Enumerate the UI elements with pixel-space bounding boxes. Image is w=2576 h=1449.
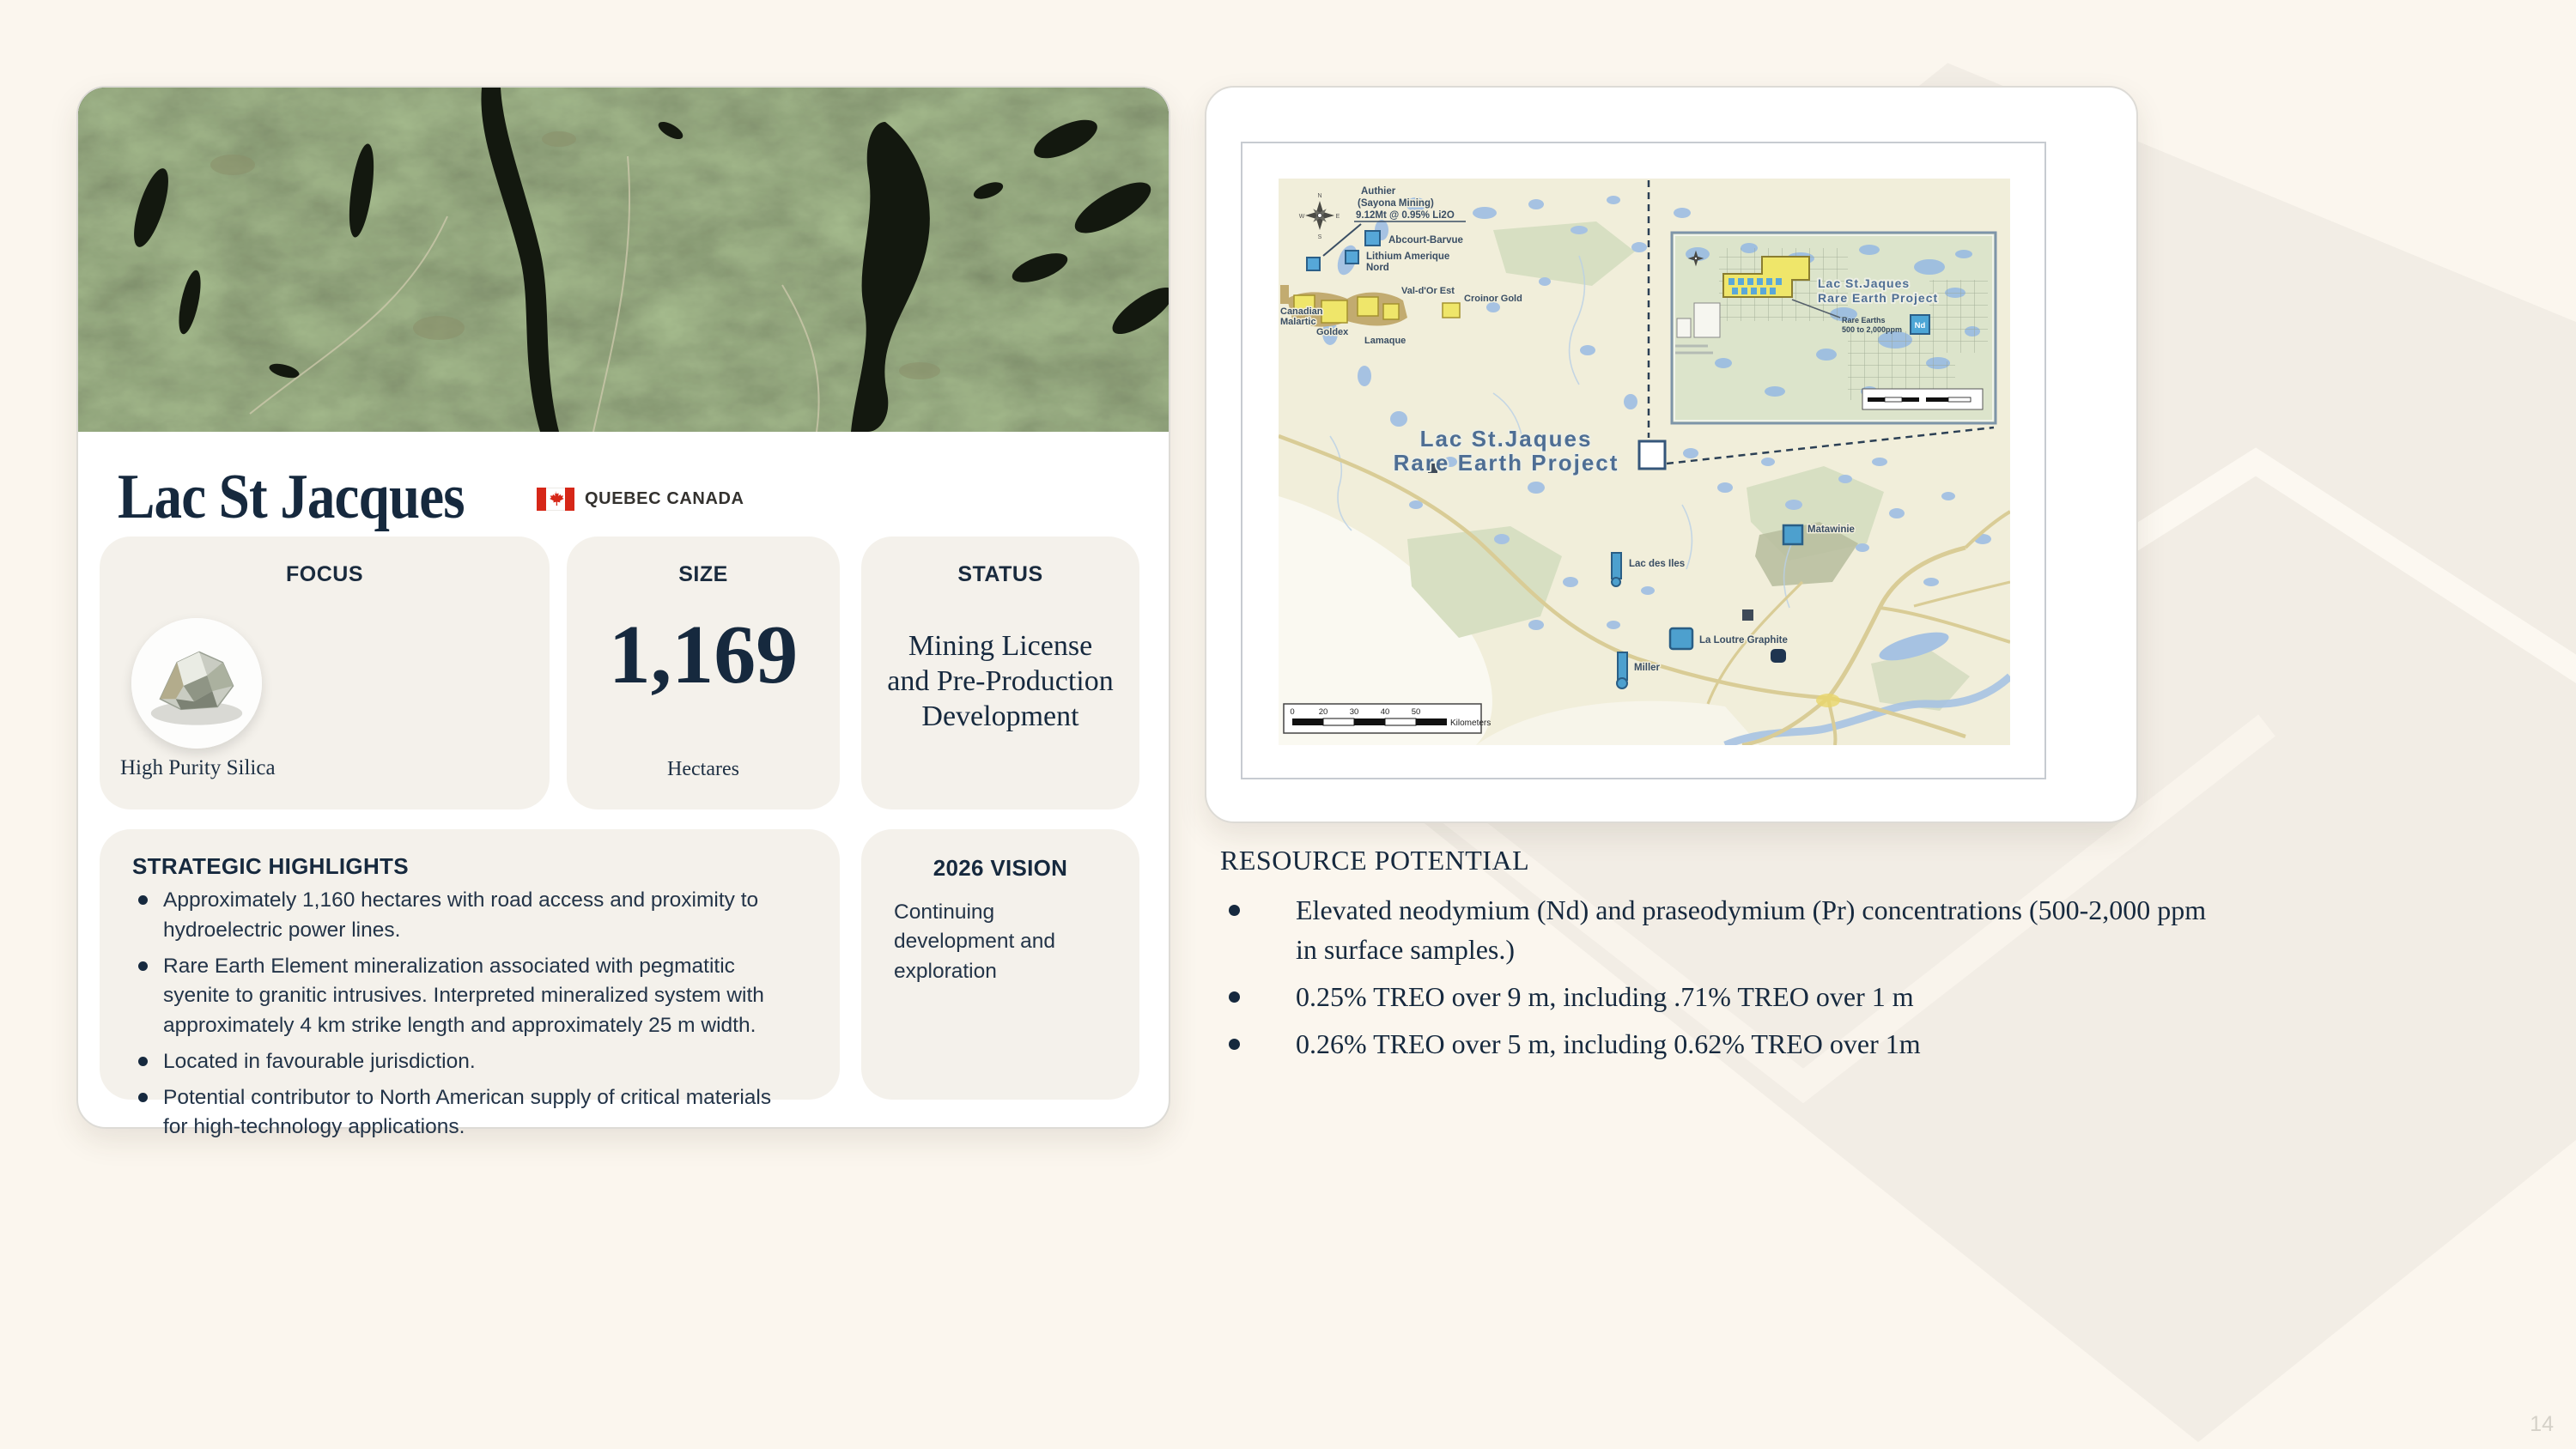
vision-text: Continuing development and exploration bbox=[894, 898, 1110, 986]
svg-text:Miller: Miller bbox=[1634, 663, 1661, 673]
svg-text:Nd: Nd bbox=[1915, 321, 1926, 330]
svg-text:Goldex: Goldex bbox=[1316, 327, 1349, 337]
svg-text:N: N bbox=[1317, 193, 1321, 199]
resource-potential-section: RESOURCE POTENTIAL Elevated neodymium (N… bbox=[1220, 845, 2208, 1071]
svg-text:20: 20 bbox=[1319, 707, 1328, 717]
stat-box-focus: FOCUS High Purity Silica bbox=[100, 537, 550, 809]
page-number: 14 bbox=[2530, 1412, 2554, 1437]
list-item: 0.26% TREO over 5 m, including 0.62% TRE… bbox=[1220, 1024, 2208, 1064]
svg-text:(Sayona Mining): (Sayona Mining) bbox=[1358, 198, 1434, 209]
svg-text:Canadian: Canadian bbox=[1280, 306, 1323, 317]
svg-text:La Loutre Graphite: La Loutre Graphite bbox=[1699, 635, 1788, 646]
project-inset-map: Lac St.Jaques Rare Earth Project Rare Ea… bbox=[1672, 233, 1996, 423]
satellite-image bbox=[78, 88, 1169, 432]
svg-text:Val-d'Or Est: Val-d'Or Est bbox=[1401, 286, 1455, 296]
stat-box-status: STATUS Mining License and Pre-Production… bbox=[861, 537, 1139, 809]
page-title: Lac St Jacques bbox=[118, 465, 465, 529]
list-item: Rare Earth Element mineralization associ… bbox=[132, 952, 776, 1041]
svg-text:E: E bbox=[1336, 214, 1340, 220]
resource-potential-title: RESOURCE POTENTIAL bbox=[1220, 845, 2208, 876]
svg-text:Abcourt-Barvue: Abcourt-Barvue bbox=[1388, 235, 1463, 246]
svg-text:Lithium Amerique: Lithium Amerique bbox=[1366, 252, 1449, 262]
rock-sample-image bbox=[131, 618, 262, 749]
svg-text:Nord: Nord bbox=[1366, 263, 1389, 273]
stat-box-size: SIZE 1,169 Hectares bbox=[567, 537, 840, 809]
svg-text:40: 40 bbox=[1381, 707, 1390, 717]
resource-potential-list: Elevated neodymium (Nd) and praseodymium… bbox=[1220, 890, 2208, 1064]
svg-text:Kilometers: Kilometers bbox=[1450, 718, 1491, 728]
vision-title: 2026 VISION bbox=[861, 855, 1139, 882]
svg-text:0: 0 bbox=[1290, 707, 1294, 717]
regional-map: N E S W Authier (Sayona Mining) 9.12Mt @… bbox=[1279, 179, 2010, 745]
vision-box: 2026 VISION Continuing development and e… bbox=[861, 829, 1139, 1100]
size-unit: Hectares bbox=[567, 758, 840, 781]
svg-text:500 to 2,000ppm: 500 to 2,000ppm bbox=[1842, 325, 1902, 334]
list-item: 0.25% TREO over 9 m, including .71% TREO… bbox=[1220, 977, 2208, 1016]
svg-text:Lamaque: Lamaque bbox=[1364, 336, 1406, 346]
strategic-highlights-box: STRATEGIC HIGHLIGHTS Approximately 1,160… bbox=[100, 829, 840, 1100]
city-area bbox=[1816, 694, 1840, 707]
svg-text:Lac St.Jaques: Lac St.Jaques bbox=[1420, 426, 1593, 452]
highway-shield-icon bbox=[1771, 649, 1786, 663]
status-value: Mining License and Pre-Production Develo… bbox=[885, 629, 1115, 734]
map-card: N E S W Authier (Sayona Mining) 9.12Mt @… bbox=[1205, 86, 2138, 823]
svg-text:9.12Mt @ 0.95% Li2O: 9.12Mt @ 0.95% Li2O bbox=[1356, 210, 1455, 221]
focus-value: High Purity Silica bbox=[120, 756, 276, 780]
list-item: Located in favourable jurisdiction. bbox=[132, 1047, 776, 1077]
list-item: Elevated neodymium (Nd) and praseodymium… bbox=[1220, 890, 2208, 969]
canada-flag-icon bbox=[537, 488, 574, 511]
svg-text:Lac des Iles: Lac des Iles bbox=[1629, 559, 1685, 569]
svg-text:Croinor Gold: Croinor Gold bbox=[1464, 294, 1522, 304]
svg-text:Authier: Authier bbox=[1361, 186, 1396, 197]
map-scale-bar: 0 20 30 40 50 Kilometers bbox=[1284, 704, 1491, 733]
svg-text:50: 50 bbox=[1412, 707, 1421, 717]
strategic-highlights-title: STRATEGIC HIGHLIGHTS bbox=[132, 853, 409, 880]
svg-text:Rare Earth Project: Rare Earth Project bbox=[1818, 291, 1938, 305]
svg-text:Lac St.Jaques: Lac St.Jaques bbox=[1818, 276, 1910, 290]
town-marker bbox=[1742, 609, 1753, 621]
location-badge: QUEBEC CANADA bbox=[537, 488, 744, 511]
size-value: 1,169 bbox=[567, 607, 840, 703]
svg-text:W: W bbox=[1299, 214, 1305, 220]
project-card: Lac St Jacques QUEBEC CANADA FOCUS High … bbox=[76, 86, 1170, 1129]
focus-label: FOCUS bbox=[100, 562, 550, 587]
size-label: SIZE bbox=[567, 562, 840, 587]
svg-text:Malartic: Malartic bbox=[1280, 317, 1316, 327]
list-item: Potential contributor to North American … bbox=[132, 1083, 776, 1143]
inset-scale-bar bbox=[1862, 389, 1983, 409]
status-label: STATUS bbox=[861, 562, 1139, 587]
location-label: QUEBEC CANADA bbox=[585, 489, 744, 509]
svg-text:Matawinie: Matawinie bbox=[1807, 524, 1855, 535]
svg-text:Rare Earth Project: Rare Earth Project bbox=[1394, 450, 1619, 476]
svg-text:S: S bbox=[1318, 234, 1322, 240]
list-item: Approximately 1,160 hectares with road a… bbox=[132, 886, 776, 946]
svg-text:Rare Earths: Rare Earths bbox=[1842, 316, 1886, 324]
map-frame: N E S W Authier (Sayona Mining) 9.12Mt @… bbox=[1241, 142, 2046, 779]
svg-text:30: 30 bbox=[1350, 707, 1359, 717]
strategic-highlights-list: Approximately 1,160 hectares with road a… bbox=[132, 886, 776, 1149]
